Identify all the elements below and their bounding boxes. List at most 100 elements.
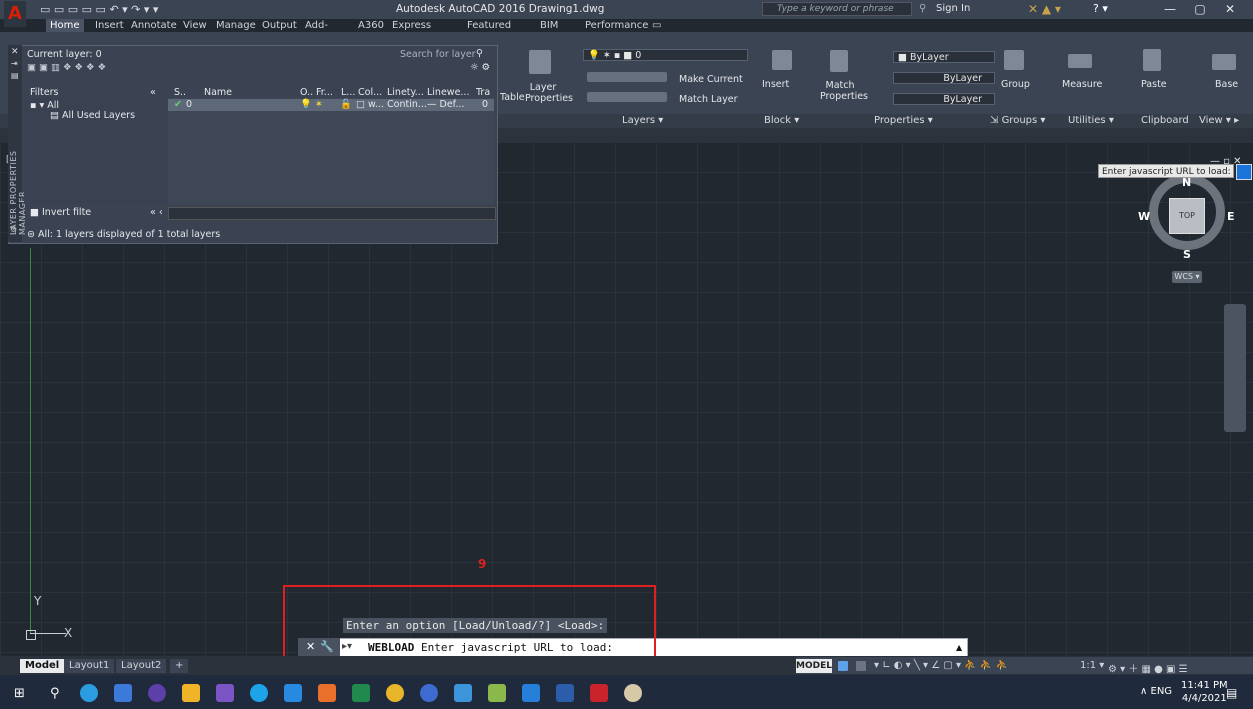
app-grid-icon[interactable] [318, 684, 336, 702]
paste-button[interactable]: Paste [1141, 79, 1167, 90]
refresh-settings-icon[interactable]: ☼ ⚙ [470, 62, 490, 73]
annotation-scale[interactable]: 1:1 ▾ [1080, 660, 1104, 671]
minimize-button[interactable]: — [1155, 2, 1185, 17]
store-icon[interactable] [114, 684, 132, 702]
layer-search-input[interactable]: Search for layer [400, 49, 476, 60]
col-color[interactable]: Col... [358, 87, 382, 98]
chrome-icon[interactable] [386, 684, 404, 702]
layer-tools-icon[interactable] [587, 72, 667, 82]
notification-icon[interactable]: ▤ [1226, 686, 1237, 700]
insert-button[interactable]: Insert [762, 79, 789, 90]
tab-insert[interactable]: Insert [95, 19, 124, 32]
panel-layers-title[interactable]: Layers ▾ [622, 115, 663, 126]
app-u-icon[interactable] [148, 684, 166, 702]
compass-east[interactable]: E [1227, 210, 1235, 223]
windows-start-icon[interactable]: ⊞ [14, 686, 25, 701]
filter-all-used-layers[interactable]: ▤ All Used Layers [50, 110, 135, 121]
autohide-icon[interactable]: ⇥ [11, 59, 18, 68]
panel-groups-title[interactable]: ⇲ Groups ▾ [990, 115, 1045, 126]
grid-icon[interactable] [838, 661, 848, 671]
tab-output[interactable]: Output [262, 19, 297, 32]
collapse-filters-icon[interactable]: « [150, 87, 156, 98]
compass-west[interactable]: W [1138, 210, 1150, 223]
panel-properties-title[interactable]: Properties ▾ [874, 115, 933, 126]
word-icon[interactable] [556, 684, 574, 702]
quick-access-toolbar[interactable]: ▭ ▭ ▭ ▭ ▭ ↶ ▾ ↷ ▾ ▾ [40, 3, 158, 16]
layer-name[interactable]: 0 [186, 99, 192, 110]
invert-filter-checkbox[interactable]: ■ Invert filte [30, 207, 91, 218]
dynamic-input-field[interactable] [1236, 164, 1252, 180]
tab-manage[interactable]: Manage [216, 19, 256, 32]
status-tools-icons[interactable]: ▾ ∟ ◐ ▾ ╲ ▾ ∠ ▢ ▾ ⛹ ⛹ ⛹ [874, 660, 1008, 671]
compass-app-icon[interactable] [420, 684, 438, 702]
language-indicator[interactable]: ∧ ENG [1140, 686, 1172, 697]
skype-icon[interactable] [250, 684, 268, 702]
col-transparency[interactable]: Tra [476, 87, 490, 98]
group-icon[interactable] [1004, 50, 1024, 70]
sign-in-button[interactable]: Sign In [936, 3, 970, 14]
help-icon[interactable]: ? ▾ [1093, 2, 1108, 15]
panel-utilities-title[interactable]: Utilities ▾ [1068, 115, 1114, 126]
layer-properties-icon[interactable] [529, 50, 551, 74]
navigation-bar[interactable] [1224, 304, 1246, 432]
close-icon[interactable]: ✕ [11, 47, 19, 57]
maximize-button[interactable]: ▢ [1185, 2, 1215, 17]
add-layout-button[interactable]: + [170, 659, 189, 673]
tab-a360[interactable]: A360 [358, 19, 384, 32]
settings-icon[interactable]: ⚙ [10, 225, 17, 234]
match-properties-button[interactable]: Match Properties [820, 80, 868, 102]
chat-app-icon[interactable] [454, 684, 472, 702]
base-view-icon[interactable] [1212, 54, 1236, 70]
linetype-dropdown[interactable]: ByLayer [893, 72, 995, 84]
col-name[interactable]: Name [204, 87, 232, 98]
layer-transparency[interactable]: 0 [482, 99, 488, 110]
tab-express-tools[interactable]: Express Tools [392, 19, 431, 44]
make-current-button[interactable]: Make Current [679, 74, 743, 85]
properties-icon[interactable]: ▤ [11, 71, 19, 80]
layer-linetype[interactable]: Contin... [387, 99, 427, 110]
col-freeze[interactable]: Fr... [316, 87, 333, 98]
group-button[interactable]: Group [1001, 79, 1030, 90]
tab-model[interactable]: Model [20, 659, 65, 673]
layer-dropdown[interactable]: 💡 ✶ ▪ ■ 0 [583, 49, 748, 61]
collapse-icon[interactable]: « ‹ [150, 207, 163, 218]
snap-icon[interactable] [856, 661, 866, 671]
measure-button[interactable]: Measure [1062, 79, 1102, 90]
paste-icon[interactable] [1143, 49, 1161, 71]
autocad-taskbar-icon[interactable] [590, 684, 608, 702]
col-lineweight[interactable]: Linewe... [427, 87, 469, 98]
tab-featured-apps[interactable]: Featured Apps [467, 19, 511, 44]
col-lock[interactable]: L... [341, 87, 355, 98]
tab-home[interactable]: Home [46, 19, 84, 32]
col-status[interactable]: S.. [174, 87, 186, 98]
exchange-icon[interactable]: ✕ ▲ ▾ [1028, 2, 1061, 16]
visual-studio-icon[interactable] [216, 684, 234, 702]
mail-icon[interactable] [284, 684, 302, 702]
paint-icon[interactable] [624, 684, 642, 702]
ribbon-minimize-icon[interactable]: ▭ ▾ [652, 19, 661, 44]
measure-icon[interactable] [1068, 54, 1092, 68]
vscode-icon[interactable] [522, 684, 540, 702]
app-icon[interactable] [488, 684, 506, 702]
edge-icon[interactable] [80, 684, 98, 702]
tab-view[interactable]: View [183, 19, 207, 32]
layer-tools-row2-icon[interactable] [587, 92, 667, 102]
layer-list[interactable] [168, 98, 494, 204]
tab-annotate[interactable]: Annotate [131, 19, 177, 32]
col-on[interactable]: O.. [300, 87, 313, 98]
compass-south[interactable]: S [1183, 248, 1191, 261]
base-button[interactable]: Base [1215, 79, 1238, 90]
panel-clipboard-title[interactable]: Clipboard [1141, 115, 1189, 126]
status-settings-icons[interactable]: ⚙ ▾ ＋ ▦ ● ▣ ☰ [1108, 660, 1188, 675]
insert-block-icon[interactable] [772, 50, 792, 70]
model-space-button[interactable]: MODEL [796, 659, 832, 673]
tab-layout2[interactable]: Layout2 [116, 659, 167, 673]
close-button[interactable]: ✕ [1215, 2, 1245, 17]
wcs-menu[interactable]: WCS ▾ [1172, 271, 1202, 283]
unlock-icon[interactable]: 🔓 [340, 99, 352, 110]
palette-titlebar[interactable]: ✕ ⇥ ▤ LAYER PROPERTIES MANAGER ⚙ [8, 45, 27, 242]
lineweight-dropdown[interactable]: ByLayer [893, 93, 995, 105]
panel-view-title[interactable]: View ▾ ▸ [1199, 115, 1239, 126]
autocad-logo-icon[interactable]: A [4, 1, 26, 27]
col-linetype[interactable]: Linety... [387, 87, 424, 98]
